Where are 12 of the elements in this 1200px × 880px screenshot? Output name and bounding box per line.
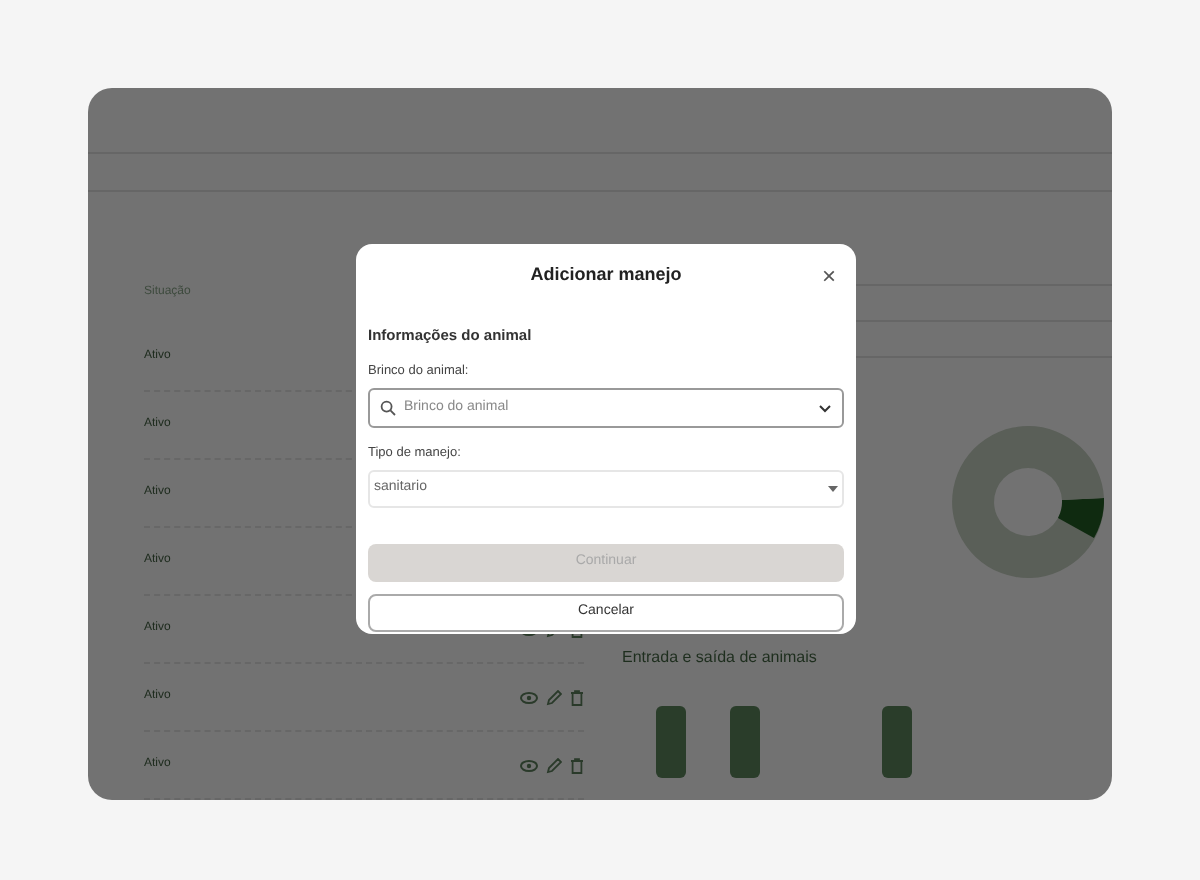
search-icon — [380, 400, 396, 416]
pencil-icon[interactable] — [546, 757, 562, 773]
chart-title: Entrada e saída de animais — [622, 648, 817, 666]
close-button[interactable]: × — [821, 264, 836, 288]
eye-icon[interactable] — [520, 691, 538, 703]
trash-icon[interactable] — [570, 757, 584, 773]
trash-icon[interactable] — [570, 689, 584, 705]
modal-title: Adicionar manejo — [530, 262, 682, 289]
dropdown-arrow-icon — [828, 485, 838, 492]
pencil-icon[interactable] — [546, 689, 562, 705]
chevron-down-icon — [818, 403, 832, 413]
eye-icon[interactable] — [520, 759, 538, 771]
